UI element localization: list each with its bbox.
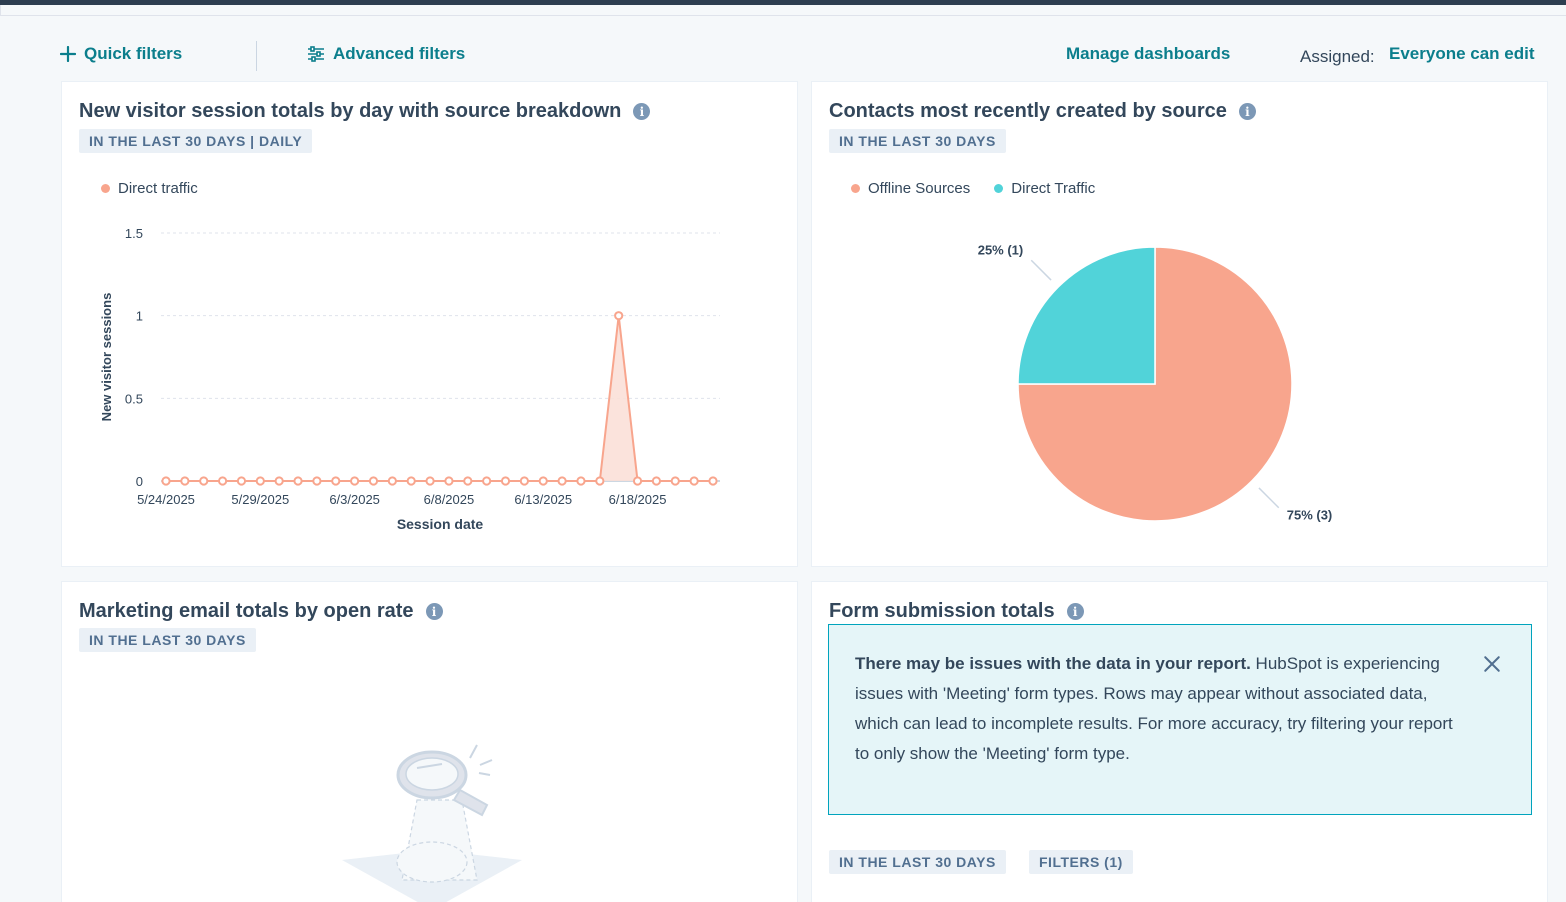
- filter-divider: [256, 41, 257, 71]
- data-point: [708, 476, 718, 486]
- pie-label-leader: [1030, 259, 1052, 281]
- alert-message: There may be issues with the data in you…: [855, 649, 1455, 769]
- x-tick-label: 6/13/2025: [514, 492, 572, 507]
- advanced-filters-label: Advanced filters: [333, 44, 466, 63]
- data-point: [350, 476, 360, 486]
- assigned-value-link[interactable]: Everyone can edit: [1389, 44, 1535, 64]
- sliders-icon: [308, 46, 324, 62]
- advanced-filters-button[interactable]: Advanced filters: [307, 44, 465, 64]
- data-point: [444, 476, 454, 486]
- data-point: [199, 476, 209, 486]
- y-tick-label: 1: [136, 309, 143, 324]
- contacts-pie-chart: 75% (3) 25% (1): [978, 242, 1333, 523]
- x-tick-label: 5/29/2025: [231, 492, 289, 507]
- data-point: [538, 476, 548, 486]
- x-tick-label: 6/8/2025: [424, 492, 475, 507]
- magnifying-glass-empty-state-icon: [342, 744, 522, 902]
- data-point: [217, 476, 228, 486]
- filter-bar: Quick filters Advanced filters Manage da…: [0, 36, 1566, 78]
- data-point: [670, 476, 680, 486]
- data-point: [689, 476, 699, 486]
- manage-dashboards-label: Manage dashboards: [1066, 44, 1231, 63]
- data-point: [387, 476, 397, 486]
- contacts-report-card[interactable]: Contacts most recently created by source…: [811, 81, 1548, 567]
- data-point: [576, 476, 586, 486]
- data-point: [331, 476, 341, 486]
- data-point: [368, 476, 379, 486]
- data-point: [312, 476, 322, 486]
- assigned-label: Assigned:: [1300, 47, 1375, 66]
- email-date-range-tag: IN THE LAST 30 DAYS: [79, 628, 256, 652]
- info-icon[interactable]: i: [425, 603, 443, 620]
- sessions-line-chart: 0 0.5 1 1.5 5/24/2025 5/29/2025 6/3/2025 6/8/20…: [99, 226, 720, 532]
- forms-report-card[interactable]: Form submission totals i There may be is…: [811, 581, 1548, 902]
- forms-date-range-tag: IN THE LAST 30 DAYS: [829, 850, 1006, 874]
- data-point: [425, 476, 435, 486]
- email-card-title: Marketing email totals by open rate: [79, 600, 414, 622]
- sessions-report-card[interactable]: New visitor session totals by day with s…: [61, 81, 798, 567]
- data-point: [274, 476, 284, 486]
- data-point: [406, 476, 416, 486]
- quick-filters-label: Quick filters: [84, 44, 183, 63]
- close-icon[interactable]: [1483, 655, 1501, 673]
- pie-data-label: 25% (1): [978, 242, 1024, 257]
- forms-card-header: Form submission totals i: [829, 600, 1084, 623]
- quick-filters-button[interactable]: Quick filters: [60, 44, 182, 64]
- x-tick-label: 5/24/2025: [137, 492, 195, 507]
- data-point: [161, 476, 171, 486]
- data-point: [651, 476, 662, 486]
- x-tick-label: 6/18/2025: [609, 492, 667, 507]
- x-axis-title: Session date: [397, 516, 484, 532]
- data-point: [255, 476, 265, 486]
- pie-label-leader: [1258, 487, 1280, 509]
- data-point: [482, 476, 492, 486]
- plus-icon: [60, 46, 76, 62]
- data-point: [500, 476, 511, 486]
- data-point: [463, 476, 473, 486]
- data-point: [614, 311, 624, 321]
- y-tick-label: 1.5: [125, 226, 143, 241]
- data-point: [293, 476, 303, 486]
- y-tick-label: 0.5: [125, 391, 143, 406]
- data-point: [595, 476, 605, 486]
- data-point: [236, 476, 247, 486]
- pie-data-label: 75% (3): [1287, 508, 1333, 523]
- forms-card-title: Form submission totals: [829, 600, 1055, 622]
- info-icon[interactable]: i: [1066, 603, 1084, 620]
- alert-heading: There may be issues with the data in you…: [855, 654, 1251, 673]
- data-point: [180, 476, 190, 486]
- data-point: [632, 476, 643, 486]
- data-issue-alert: There may be issues with the data in you…: [828, 624, 1532, 815]
- email-card-header: Marketing email totals by open rate i: [79, 600, 443, 623]
- y-tick-label: 0: [136, 474, 143, 489]
- data-point: [557, 476, 567, 486]
- forms-filters-tag[interactable]: FILTERS (1): [1029, 850, 1133, 874]
- data-point: [519, 476, 529, 486]
- manage-dashboards-link[interactable]: Manage dashboards: [1066, 44, 1230, 64]
- x-tick-label: 6/3/2025: [329, 492, 380, 507]
- email-report-card[interactable]: Marketing email totals by open rate i IN…: [61, 581, 798, 902]
- y-axis-title: New visitor sessions: [99, 293, 114, 422]
- dashboard-frame-edge: [0, 5, 1566, 16]
